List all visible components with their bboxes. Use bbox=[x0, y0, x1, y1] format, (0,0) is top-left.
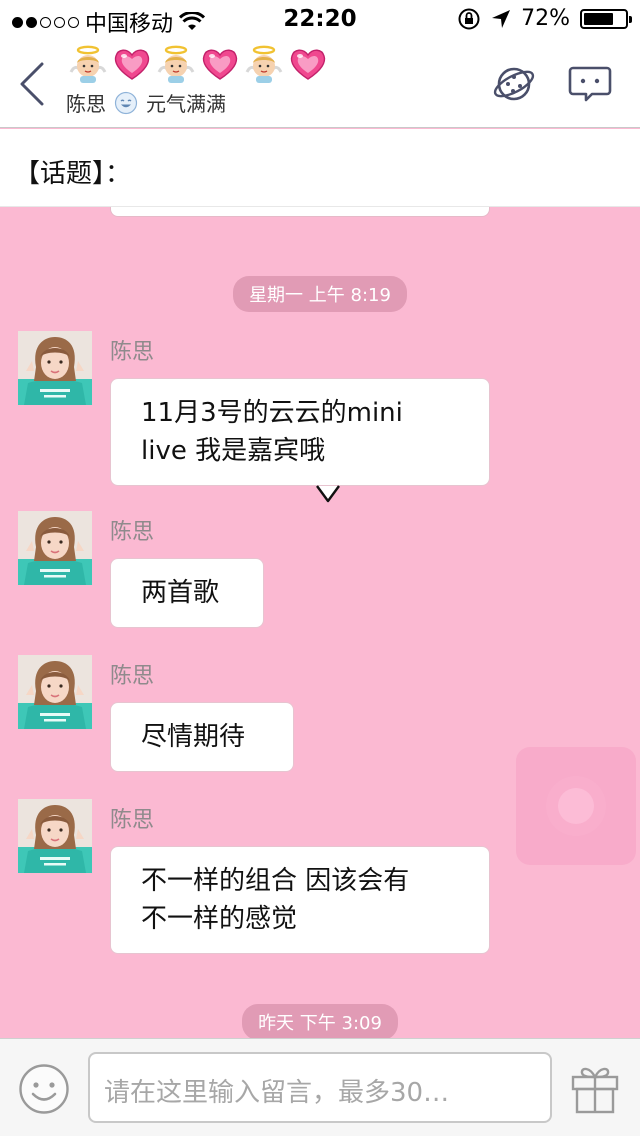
message-bubble[interactable]: 两首歌 bbox=[110, 558, 264, 628]
timestamp-divider: 星期一 上午 8:19 bbox=[0, 276, 640, 312]
message-bubble[interactable]: 11月3号的云云的mini live 我是嘉宾哦 bbox=[110, 378, 490, 486]
avatar[interactable] bbox=[18, 331, 92, 405]
message-sender: 陈思 bbox=[110, 520, 155, 545]
angel-face-icon bbox=[157, 45, 195, 83]
message-input[interactable]: 请在这里输入留言，最多30… bbox=[88, 1052, 552, 1123]
message-text-line: 11月3号的云云的mini bbox=[141, 398, 403, 428]
avatar[interactable] bbox=[18, 655, 92, 729]
chat-area[interactable]: 星期一 上午 8:19 陈思 11月3号的云云的mini live 我是嘉宾哦 … bbox=[0, 207, 640, 1038]
input-bar: 请在这里输入留言，最多30… bbox=[0, 1038, 640, 1136]
avatar[interactable] bbox=[18, 511, 92, 585]
sender-name: 陈思 bbox=[66, 92, 106, 116]
pink-heart-icon bbox=[202, 49, 238, 80]
topic-label: 【话题】： bbox=[14, 159, 132, 189]
back-button[interactable] bbox=[18, 62, 48, 106]
battery-percent: 72% bbox=[521, 6, 570, 31]
screen: 中国移动 22:20 72% 陈思 元气满满 【话题】： 星期一 上午 8:19… bbox=[0, 0, 640, 1136]
status-bar: 中国移动 22:20 72% bbox=[0, 0, 640, 40]
bubble-pointer-icon bbox=[316, 485, 340, 503]
avatar[interactable] bbox=[18, 799, 92, 873]
topic-bar[interactable]: 【话题】： bbox=[0, 129, 640, 207]
status-text: 元气满满 bbox=[146, 92, 226, 116]
avatar-photo bbox=[18, 511, 92, 585]
assistive-touch-button[interactable] bbox=[516, 747, 636, 865]
gift-icon[interactable] bbox=[570, 1061, 620, 1115]
timestamp-label: 星期一 上午 8:19 bbox=[233, 276, 407, 312]
message-text-line: 不一样的感觉 bbox=[141, 904, 298, 934]
rotation-lock-icon bbox=[458, 8, 480, 29]
pink-heart-icon bbox=[114, 49, 150, 80]
emoji-button[interactable] bbox=[18, 1063, 70, 1115]
timestamp-divider: 昨天 下午 3:09 bbox=[0, 1004, 640, 1038]
previous-message-bubble bbox=[110, 207, 490, 217]
message-text-line: 尽情期待 bbox=[141, 722, 246, 752]
nav-bar: 陈思 元气满满 bbox=[0, 40, 640, 128]
message-bubble[interactable]: 不一样的组合 因该会有 不一样的感觉 bbox=[110, 846, 490, 954]
avatar-photo bbox=[18, 799, 92, 873]
message-sender: 陈思 bbox=[110, 664, 155, 689]
angel-face-icon bbox=[69, 45, 107, 83]
message-text-line: 两首歌 bbox=[141, 578, 220, 608]
battery-icon bbox=[580, 8, 632, 29]
location-arrow-icon bbox=[492, 9, 511, 28]
message-text-line: 不一样的组合 因该会有 bbox=[141, 866, 410, 896]
pink-heart-icon bbox=[290, 49, 326, 80]
title-emoji-row bbox=[68, 44, 328, 84]
planet-icon[interactable] bbox=[492, 62, 536, 106]
angel-face-icon bbox=[245, 45, 283, 83]
message-sender: 陈思 bbox=[110, 340, 155, 365]
message-bubble-icon[interactable] bbox=[568, 62, 612, 106]
avatar-photo bbox=[18, 655, 92, 729]
message-sender: 陈思 bbox=[110, 808, 155, 833]
smile-face-icon bbox=[114, 91, 138, 114]
timestamp-label: 昨天 下午 3:09 bbox=[242, 1004, 398, 1038]
avatar-photo bbox=[18, 331, 92, 405]
message-text-line: live 我是嘉宾哦 bbox=[141, 436, 326, 466]
message-bubble[interactable]: 尽情期待 bbox=[110, 702, 294, 772]
